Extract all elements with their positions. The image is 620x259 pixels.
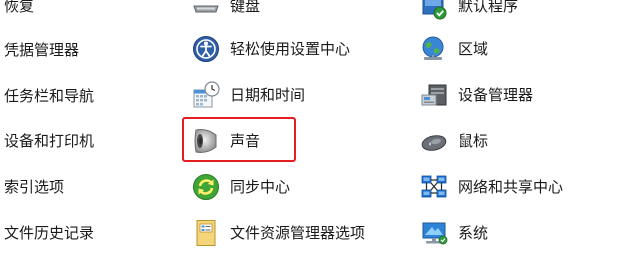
item-label: 键盘 <box>230 0 261 15</box>
item-label: 凭据管理器 <box>4 41 80 59</box>
item-label: 网络和共享中心 <box>458 178 564 196</box>
keyboard-icon <box>192 0 220 20</box>
item-file-history[interactable]: 文件历史记录 <box>4 218 94 248</box>
item-label: 区域 <box>458 40 489 58</box>
item-label: 索引选项 <box>4 178 65 196</box>
default-programs-icon <box>420 0 448 20</box>
control-panel-grid: 恢复 凭据管理器 任务栏和导航 设备和打印机 索引选项 文件历史记录 键盘 轻松… <box>0 0 620 259</box>
item-keyboard[interactable]: 键盘 <box>192 0 260 21</box>
item-label: 系统 <box>458 224 489 242</box>
item-recovery[interactable]: 恢复 <box>4 0 34 21</box>
system-icon <box>420 219 448 247</box>
item-ease-of-access[interactable]: 轻松使用设置中心 <box>192 34 350 64</box>
item-label: 恢复 <box>4 0 35 15</box>
item-file-explorer-options[interactable]: 文件资源管理器选项 <box>192 218 365 248</box>
item-system[interactable]: 系统 <box>420 218 488 248</box>
item-label: 任务栏和导航 <box>4 87 95 105</box>
device-manager-icon <box>420 81 448 109</box>
item-default-programs[interactable]: 默认程序 <box>420 0 518 21</box>
highlight-box <box>182 117 296 162</box>
item-devices-printers[interactable]: 设备和打印机 <box>4 126 94 156</box>
item-label: 日期和时间 <box>230 86 306 104</box>
file-explorer-options-icon <box>192 219 220 247</box>
item-label: 文件资源管理器选项 <box>230 224 366 242</box>
item-region[interactable]: 区域 <box>420 34 488 64</box>
network-sharing-icon <box>420 173 448 201</box>
item-sync-center[interactable]: 同步中心 <box>192 172 290 202</box>
item-label: 鼠标 <box>458 132 489 150</box>
item-label: 设备和打印机 <box>4 132 95 150</box>
item-label: 文件历史记录 <box>4 224 95 242</box>
date-time-icon <box>192 81 220 109</box>
mouse-icon <box>420 127 448 155</box>
ease-of-access-icon <box>192 35 220 63</box>
item-credential-manager[interactable]: 凭据管理器 <box>4 35 79 65</box>
item-label: 同步中心 <box>230 178 291 196</box>
item-taskbar-navigation[interactable]: 任务栏和导航 <box>4 81 94 111</box>
item-network-sharing[interactable]: 网络和共享中心 <box>420 172 563 202</box>
item-label: 默认程序 <box>458 0 519 15</box>
item-mouse[interactable]: 鼠标 <box>420 126 488 156</box>
sync-center-icon <box>192 173 220 201</box>
item-indexing-options[interactable]: 索引选项 <box>4 172 64 202</box>
region-icon <box>420 35 448 63</box>
item-device-manager[interactable]: 设备管理器 <box>420 80 533 110</box>
item-label: 轻松使用设置中心 <box>230 40 351 58</box>
item-label: 设备管理器 <box>458 86 534 104</box>
item-date-time[interactable]: 日期和时间 <box>192 80 305 110</box>
